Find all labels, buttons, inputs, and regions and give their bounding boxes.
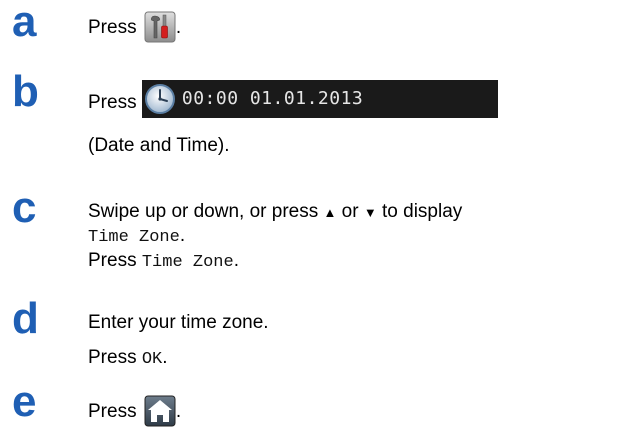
clock-icon — [144, 84, 175, 114]
step-d-letter: d — [12, 294, 39, 343]
step-d-line1: Enter your time zone. — [88, 312, 269, 333]
press-label: Press — [88, 401, 137, 422]
press-label: Press — [88, 92, 137, 114]
ok-button[interactable]: OK — [142, 350, 162, 369]
step-d-line2: Press OK. — [88, 347, 168, 369]
step-c-line3: Press Time Zone. — [88, 250, 239, 272]
time-zone-button[interactable]: Time Zone — [142, 253, 234, 272]
step-c-line1: Swipe up or down, or press ▲ or ▼ to dis… — [88, 201, 463, 222]
press-label: Press — [88, 250, 137, 271]
step-c-letter: c — [12, 183, 37, 232]
step-e-text: Press . — [88, 395, 181, 427]
down-arrow-icon[interactable]: ▼ — [364, 205, 377, 220]
up-arrow-icon[interactable]: ▲ — [324, 205, 337, 220]
home-icon[interactable] — [144, 395, 176, 427]
date-time-readout: 00:00 01.01.2013 — [181, 88, 364, 109]
date-and-time-caption: (Date and Time). — [88, 135, 230, 156]
time-zone-menu-item: Time Zone — [88, 228, 180, 247]
step-b-letter: b — [12, 67, 39, 116]
step-b-text: Press 00:00 01.01.2013 — [88, 80, 498, 118]
step-a-letter: a — [12, 0, 37, 46]
step-e-letter: e — [12, 377, 37, 426]
press-label: Press — [88, 347, 137, 368]
settings-tools-icon[interactable] — [144, 11, 176, 43]
date-time-button[interactable]: 00:00 01.01.2013 — [141, 80, 498, 118]
step-a-text: Press . — [88, 11, 181, 43]
press-label: Press — [88, 17, 137, 38]
step-c-line2: Time Zone. — [88, 225, 186, 247]
